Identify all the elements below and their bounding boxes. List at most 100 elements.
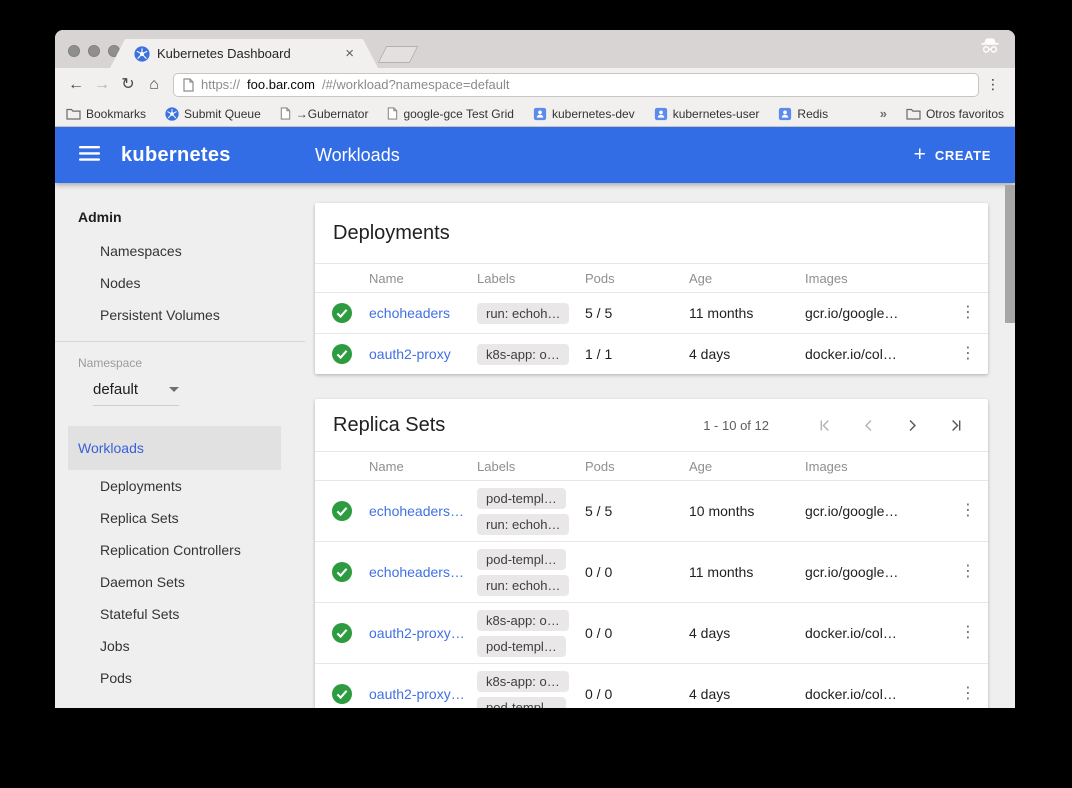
label-chip: pod-templ…	[477, 488, 566, 509]
browser-tab[interactable]: Kubernetes Dashboard ×	[110, 39, 378, 68]
row-menu-icon[interactable]: ⋮	[948, 305, 988, 321]
bookmark-bookmarks-folder[interactable]: Bookmarks	[66, 107, 146, 121]
sidebar-item-deployments[interactable]: Deployments	[55, 470, 305, 502]
images-cell: docker.io/col…	[805, 625, 948, 641]
label-chip: pod-templ…	[477, 636, 566, 657]
images-cell: docker.io/col…	[805, 346, 948, 362]
bookmark-kubernetes-dev[interactable]: kubernetes-dev	[533, 107, 635, 121]
images-cell: gcr.io/google…	[805, 503, 948, 519]
deployment-link[interactable]: echoheaders	[369, 305, 450, 321]
main-content: Deployments Name Labels Pods Age Images	[305, 183, 1015, 708]
row-menu-icon[interactable]: ⋮	[948, 625, 988, 641]
card-title: Deployments	[333, 222, 450, 245]
forward-icon[interactable]: →	[89, 77, 115, 93]
side-navigation: Admin Namespaces Nodes Persistent Volume…	[55, 183, 305, 708]
kubernetes-logo: kubernetes	[121, 144, 231, 167]
window-minimize-button[interactable]	[88, 45, 100, 57]
age-cell: 10 months	[689, 503, 805, 519]
bookmark-submit-queue[interactable]: Submit Queue	[165, 107, 261, 121]
reload-icon[interactable]: ↻	[115, 77, 141, 93]
sidebar-item-stateful-sets[interactable]: Stateful Sets	[55, 598, 305, 630]
window-controls	[68, 45, 120, 57]
page-icon	[183, 78, 194, 92]
table-row: oauth2-proxy… k8s-app: o… pod-templ… 0 /…	[315, 663, 988, 708]
bookmark-kubernetes-user[interactable]: kubernetes-user	[654, 107, 760, 121]
age-cell: 4 days	[689, 346, 805, 362]
kubernetes-favicon-icon	[134, 46, 150, 62]
sidebar-item-nodes[interactable]: Nodes	[55, 267, 305, 299]
incognito-icon	[978, 37, 1002, 59]
window-close-button[interactable]	[68, 45, 80, 57]
namespace-select[interactable]: default	[93, 381, 179, 406]
table-row: echoheaders run: echoh… 5 / 5 11 months …	[315, 292, 988, 333]
status-ok-icon	[315, 684, 369, 704]
next-page-icon[interactable]	[903, 417, 921, 434]
pods-cell: 1 / 1	[585, 346, 689, 362]
row-menu-icon[interactable]: ⋮	[948, 564, 988, 580]
bookmark-otros-favoritos[interactable]: Otros favoritos	[906, 107, 1004, 121]
page-icon	[280, 107, 291, 120]
row-menu-icon[interactable]: ⋮	[948, 346, 988, 362]
column-age: Age	[689, 459, 805, 474]
bookmark-gubernator[interactable]: →Gubernator	[280, 107, 369, 121]
page-icon	[387, 107, 398, 120]
column-images: Images	[805, 459, 948, 474]
status-ok-icon	[315, 623, 369, 643]
table-header: Name Labels Pods Age Images	[315, 451, 988, 480]
column-age: Age	[689, 271, 805, 286]
row-menu-icon[interactable]: ⋮	[948, 686, 988, 702]
tab-close-icon[interactable]: ×	[345, 46, 354, 61]
vertical-scrollbar[interactable]	[1005, 185, 1015, 323]
age-cell: 11 months	[689, 564, 805, 580]
age-cell: 11 months	[689, 305, 805, 321]
label-chip: pod-templ…	[477, 697, 566, 709]
pods-cell: 5 / 5	[585, 305, 689, 321]
replica-sets-card: Replica Sets 1 - 10 of 12 Name	[315, 399, 988, 708]
new-tab-button[interactable]	[378, 46, 419, 63]
groups-icon	[654, 107, 668, 121]
column-images: Images	[805, 271, 948, 286]
table-row: oauth2-proxy k8s-app: o… 1 / 1 4 days do…	[315, 333, 988, 374]
status-ok-icon	[315, 562, 369, 582]
replica-set-link[interactable]: echoheaders…	[369, 503, 464, 519]
create-button[interactable]: + CREATE	[914, 146, 991, 165]
menu-icon[interactable]	[79, 146, 100, 166]
address-bar[interactable]: https://foo.bar.com/#/workload?namespace…	[173, 73, 979, 97]
sidebar-item-replica-sets[interactable]: Replica Sets	[55, 502, 305, 534]
label-chip: k8s-app: o…	[477, 344, 569, 365]
bookmarks-bar: Bookmarks Submit Queue →Gubernator googl…	[55, 101, 1015, 127]
first-page-icon[interactable]	[815, 417, 833, 434]
sidebar-item-jobs[interactable]: Jobs	[55, 630, 305, 662]
sidebar-item-daemon-sets[interactable]: Daemon Sets	[55, 566, 305, 598]
pods-cell: 5 / 5	[585, 503, 689, 519]
namespace-label: Namespace	[55, 342, 305, 370]
kubernetes-icon	[165, 107, 179, 121]
replica-set-link[interactable]: echoheaders…	[369, 564, 464, 580]
sidebar-item-namespaces[interactable]: Namespaces	[55, 235, 305, 267]
browser-toolbar: ← → ↻ ⌂ https://foo.bar.com/#/workload?n…	[55, 68, 1015, 101]
sidebar-item-workloads[interactable]: Workloads	[68, 426, 281, 470]
deployment-link[interactable]: oauth2-proxy	[369, 346, 451, 362]
chevron-down-icon	[169, 387, 179, 397]
groups-icon	[778, 107, 792, 121]
row-menu-icon[interactable]: ⋮	[948, 503, 988, 519]
sidebar-item-replication-controllers[interactable]: Replication Controllers	[55, 534, 305, 566]
browser-menu-icon[interactable]: ⋮	[979, 76, 1007, 93]
home-icon[interactable]: ⌂	[141, 77, 167, 93]
replica-set-link[interactable]: oauth2-proxy…	[369, 625, 465, 641]
replica-set-link[interactable]: oauth2-proxy…	[369, 686, 465, 702]
page-viewport: kubernetes Workloads + CREATE Admin Name…	[55, 127, 1015, 708]
url-path: /#/workload?namespace=default	[322, 77, 510, 92]
bookmark-google-gce-test-grid[interactable]: google-gce Test Grid	[387, 107, 514, 121]
sidebar-item-pods[interactable]: Pods	[55, 662, 305, 694]
last-page-icon[interactable]	[947, 417, 965, 434]
status-ok-icon	[315, 344, 369, 364]
column-pods: Pods	[585, 271, 689, 286]
back-icon[interactable]: ←	[63, 77, 89, 93]
bookmark-redis[interactable]: Redis	[778, 107, 828, 121]
sidebar-item-persistent-volumes[interactable]: Persistent Volumes	[55, 299, 305, 331]
url-host: foo.bar.com	[247, 77, 315, 92]
column-pods: Pods	[585, 459, 689, 474]
bookmarks-overflow-icon[interactable]: »	[880, 106, 887, 121]
previous-page-icon[interactable]	[859, 417, 877, 434]
